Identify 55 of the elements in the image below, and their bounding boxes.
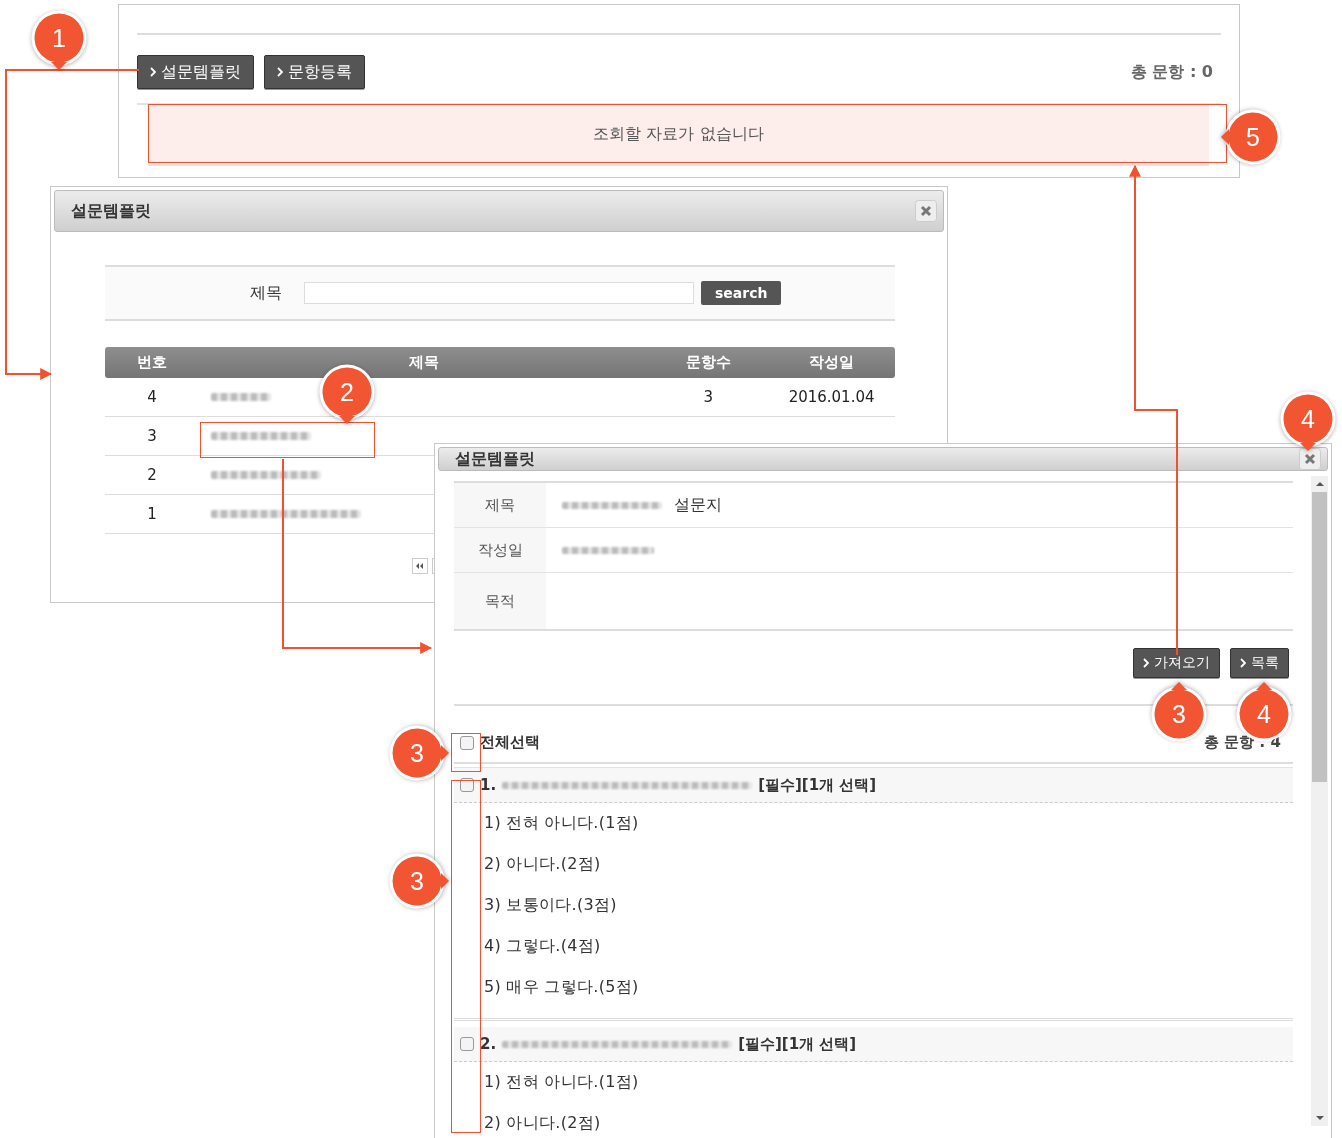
first-page-icon[interactable] bbox=[412, 558, 428, 574]
question-number: 2. bbox=[480, 1035, 497, 1053]
field-value: 설문지 bbox=[674, 494, 722, 516]
dialog-title: 설문템플릿 bbox=[455, 448, 535, 470]
total-count: 총 문항 : 0 bbox=[1130, 61, 1213, 83]
question-tag: [필수][1개 선택] bbox=[738, 1034, 857, 1054]
blurred-title[interactable] bbox=[211, 471, 321, 479]
highlight-box bbox=[451, 733, 481, 772]
chevron-icon bbox=[277, 67, 283, 77]
table-cell-text: 3 bbox=[146, 427, 158, 445]
empty-message: 조회할 자료가 없습니다 bbox=[148, 105, 1209, 166]
question-tag: [필수][1개 선택] bbox=[758, 775, 877, 795]
question-number: 1. bbox=[480, 776, 497, 794]
blurred-title[interactable] bbox=[211, 510, 361, 518]
scroll-down-icon[interactable] bbox=[1314, 1114, 1325, 1122]
column-header: 작성일 bbox=[808, 353, 856, 372]
answer-option: 4) 그렇다.(4점) bbox=[454, 926, 1293, 967]
column-header: 번호 bbox=[135, 353, 168, 372]
chevron-icon bbox=[1143, 658, 1149, 668]
answer-option: 2) 아니다.(2점) bbox=[454, 1103, 1293, 1138]
action-button[interactable]: 가져오기 bbox=[1133, 648, 1220, 678]
close-icon[interactable] bbox=[1299, 448, 1321, 470]
table-cell-text: 2 bbox=[146, 466, 158, 484]
select-all-label: 전체선택 bbox=[480, 733, 540, 752]
search-button[interactable]: search bbox=[701, 281, 782, 305]
blurred-title[interactable] bbox=[210, 393, 271, 401]
column-header: 제목 bbox=[407, 353, 440, 372]
scrollbar[interactable] bbox=[1311, 476, 1328, 1126]
blurred-title[interactable] bbox=[211, 432, 311, 440]
field-label: 목적 bbox=[454, 573, 546, 629]
scroll-thumb[interactable] bbox=[1312, 492, 1327, 782]
search-field[interactable] bbox=[304, 282, 694, 304]
table-cell-text: 2016.01.04 bbox=[787, 388, 876, 406]
answer-option: 3) 보통이다.(3점) bbox=[454, 885, 1293, 926]
column-header: 문항수 bbox=[684, 353, 732, 372]
panel-button[interactable]: 문항등록 bbox=[264, 55, 365, 89]
answer-option: 1) 전혀 아니다.(1점) bbox=[454, 803, 1293, 844]
panel-button[interactable]: 설문템플릿 bbox=[137, 55, 254, 89]
field-label: 작성일 bbox=[454, 528, 546, 572]
close-icon[interactable] bbox=[915, 200, 937, 222]
table-cell-text: 1 bbox=[146, 505, 158, 523]
action-button[interactable]: 목록 bbox=[1230, 648, 1289, 678]
table-cell-text: 3 bbox=[702, 388, 714, 406]
dialog-title: 설문템플릿 bbox=[71, 200, 151, 222]
answer-option: 1) 전혀 아니다.(1점) bbox=[454, 1062, 1293, 1103]
field-label: 제목 bbox=[454, 483, 546, 527]
table-cell-text: 4 bbox=[146, 388, 158, 406]
checkbox[interactable] bbox=[460, 1037, 474, 1051]
answer-option: 2) 아니다.(2점) bbox=[454, 844, 1293, 885]
chevron-icon bbox=[150, 67, 156, 77]
scroll-up-icon[interactable] bbox=[1314, 480, 1325, 488]
chevron-icon bbox=[1240, 658, 1246, 668]
search-label: 제목 bbox=[250, 282, 283, 304]
checkbox[interactable] bbox=[460, 735, 474, 750]
answer-option: 5) 매우 그렇다.(5점) bbox=[454, 967, 1293, 1008]
